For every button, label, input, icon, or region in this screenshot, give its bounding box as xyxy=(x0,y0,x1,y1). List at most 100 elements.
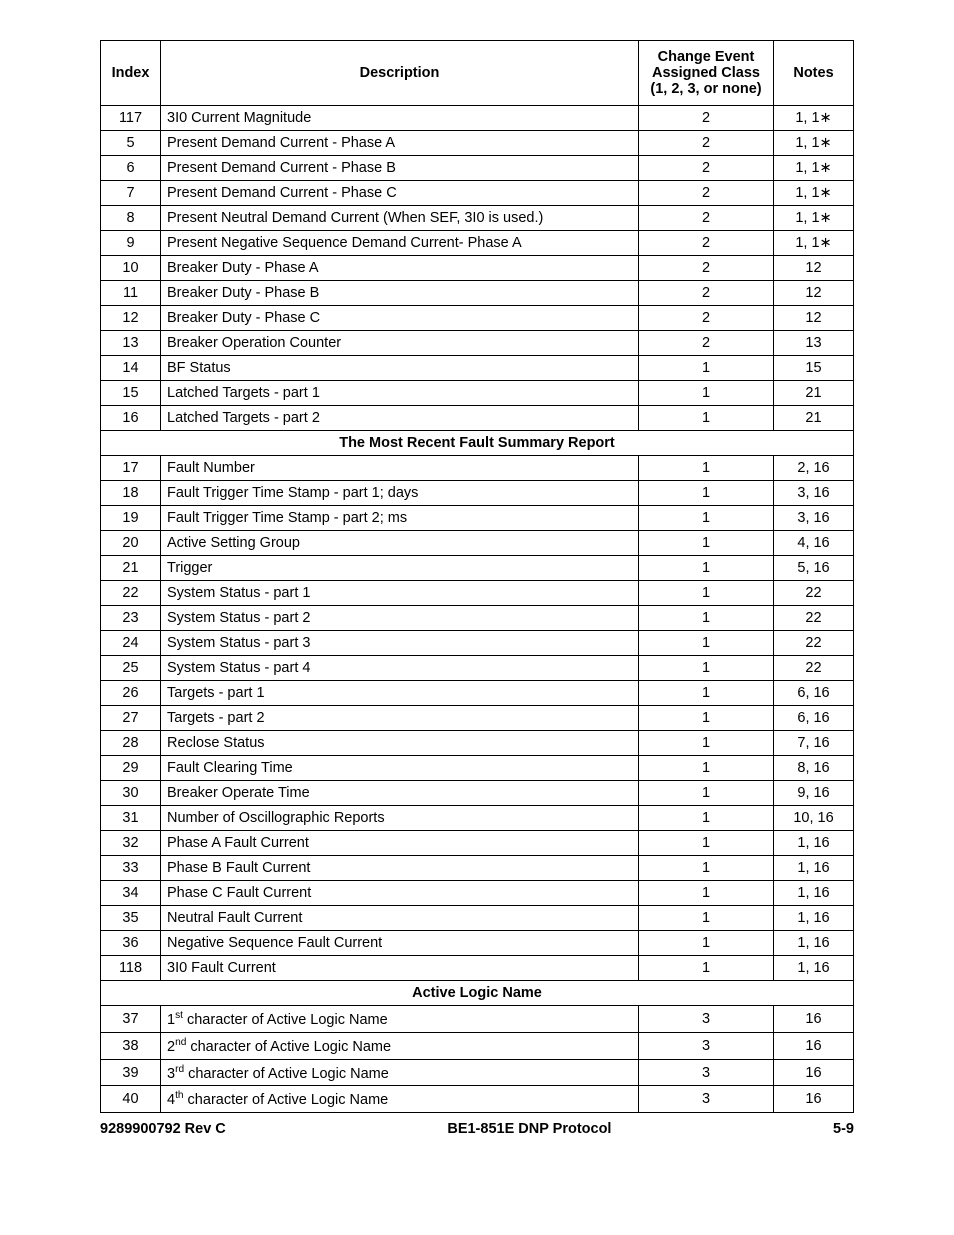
cell-class: 2 xyxy=(639,231,774,256)
cell-description: 3I0 Current Magnitude xyxy=(161,106,639,131)
cell-index: 16 xyxy=(101,406,161,431)
cell-index: 39 xyxy=(101,1059,161,1086)
cell-class: 2 xyxy=(639,131,774,156)
cell-index: 11 xyxy=(101,281,161,306)
cell-notes: 12 xyxy=(774,281,854,306)
table-row: 7Present Demand Current - Phase C21, 1∗ xyxy=(101,181,854,206)
cell-notes: 1, 16 xyxy=(774,831,854,856)
cell-notes: 1, 16 xyxy=(774,881,854,906)
table-row: 34Phase C Fault Current11, 16 xyxy=(101,881,854,906)
cell-class: 1 xyxy=(639,881,774,906)
cell-index: 21 xyxy=(101,556,161,581)
cell-notes: 1, 1∗ xyxy=(774,156,854,181)
section-header: The Most Recent Fault Summary Report xyxy=(101,431,854,456)
page-footer: 9289900792 Rev C BE1-851E DNP Protocol 5… xyxy=(100,1121,854,1137)
cell-class: 2 xyxy=(639,306,774,331)
cell-index: 15 xyxy=(101,381,161,406)
cell-notes: 1, 1∗ xyxy=(774,206,854,231)
cell-class: 1 xyxy=(639,606,774,631)
header-class: Change Event Assigned Class (1, 2, 3, or… xyxy=(639,41,774,106)
cell-class: 1 xyxy=(639,806,774,831)
cell-index: 6 xyxy=(101,156,161,181)
table-row: 23System Status - part 2122 xyxy=(101,606,854,631)
cell-notes: 3, 16 xyxy=(774,481,854,506)
cell-class: 3 xyxy=(639,1006,774,1033)
table-row: 9Present Negative Sequence Demand Curren… xyxy=(101,231,854,256)
cell-index: 7 xyxy=(101,181,161,206)
cell-description: Breaker Duty - Phase C xyxy=(161,306,639,331)
cell-description: Breaker Operation Counter xyxy=(161,331,639,356)
table-row: 35Neutral Fault Current11, 16 xyxy=(101,906,854,931)
cell-class: 1 xyxy=(639,931,774,956)
cell-notes: 5, 16 xyxy=(774,556,854,581)
cell-index: 26 xyxy=(101,681,161,706)
cell-class: 1 xyxy=(639,506,774,531)
cell-description: Phase C Fault Current xyxy=(161,881,639,906)
cell-notes: 16 xyxy=(774,1006,854,1033)
cell-class: 1 xyxy=(639,656,774,681)
cell-class: 1 xyxy=(639,831,774,856)
cell-index: 117 xyxy=(101,106,161,131)
cell-notes: 7, 16 xyxy=(774,731,854,756)
cell-notes: 12 xyxy=(774,306,854,331)
cell-index: 40 xyxy=(101,1086,161,1113)
cell-index: 36 xyxy=(101,931,161,956)
cell-index: 12 xyxy=(101,306,161,331)
table-row: 13Breaker Operation Counter213 xyxy=(101,331,854,356)
table-row: 382nd character of Active Logic Name316 xyxy=(101,1032,854,1059)
cell-notes: 13 xyxy=(774,331,854,356)
cell-notes: 9, 16 xyxy=(774,781,854,806)
cell-index: 31 xyxy=(101,806,161,831)
cell-notes: 1, 16 xyxy=(774,931,854,956)
cell-notes: 16 xyxy=(774,1032,854,1059)
cell-index: 32 xyxy=(101,831,161,856)
cell-notes: 22 xyxy=(774,606,854,631)
dnp-table: Index Description Change Event Assigned … xyxy=(100,40,854,1113)
cell-class: 1 xyxy=(639,481,774,506)
cell-description: Fault Trigger Time Stamp - part 1; days xyxy=(161,481,639,506)
cell-index: 34 xyxy=(101,881,161,906)
cell-notes: 8, 16 xyxy=(774,756,854,781)
cell-index: 28 xyxy=(101,731,161,756)
cell-description: Present Demand Current - Phase A xyxy=(161,131,639,156)
cell-index: 33 xyxy=(101,856,161,881)
cell-class: 1 xyxy=(639,706,774,731)
cell-index: 10 xyxy=(101,256,161,281)
cell-notes: 4, 16 xyxy=(774,531,854,556)
cell-index: 30 xyxy=(101,781,161,806)
cell-index: 22 xyxy=(101,581,161,606)
cell-class: 1 xyxy=(639,731,774,756)
table-row: 18Fault Trigger Time Stamp - part 1; day… xyxy=(101,481,854,506)
header-index: Index xyxy=(101,41,161,106)
cell-index: 14 xyxy=(101,356,161,381)
cell-notes: 21 xyxy=(774,406,854,431)
cell-index: 23 xyxy=(101,606,161,631)
cell-description: Fault Trigger Time Stamp - part 2; ms xyxy=(161,506,639,531)
cell-notes: 1, 1∗ xyxy=(774,106,854,131)
cell-notes: 15 xyxy=(774,356,854,381)
cell-description: Neutral Fault Current xyxy=(161,906,639,931)
cell-class: 1 xyxy=(639,456,774,481)
cell-description: 2nd character of Active Logic Name xyxy=(161,1032,639,1059)
table-row: 31Number of Oscillographic Reports110, 1… xyxy=(101,806,854,831)
cell-description: System Status - part 3 xyxy=(161,631,639,656)
table-header-row: Index Description Change Event Assigned … xyxy=(101,41,854,106)
table-row: 1173I0 Current Magnitude21, 1∗ xyxy=(101,106,854,131)
cell-class: 1 xyxy=(639,381,774,406)
table-row: 27Targets - part 216, 16 xyxy=(101,706,854,731)
section-title: Active Logic Name xyxy=(101,981,854,1006)
table-row: 1183I0 Fault Current11, 16 xyxy=(101,956,854,981)
cell-notes: 21 xyxy=(774,381,854,406)
table-row: 404th character of Active Logic Name316 xyxy=(101,1086,854,1113)
header-notes: Notes xyxy=(774,41,854,106)
table-row: 19Fault Trigger Time Stamp - part 2; ms1… xyxy=(101,506,854,531)
table-row: 25System Status - part 4122 xyxy=(101,656,854,681)
table-row: 29Fault Clearing Time18, 16 xyxy=(101,756,854,781)
cell-index: 18 xyxy=(101,481,161,506)
table-row: 371st character of Active Logic Name316 xyxy=(101,1006,854,1033)
cell-class: 2 xyxy=(639,106,774,131)
cell-class: 1 xyxy=(639,356,774,381)
cell-index: 27 xyxy=(101,706,161,731)
footer-title: BE1-851E DNP Protocol xyxy=(226,1121,833,1137)
cell-description: 3I0 Fault Current xyxy=(161,956,639,981)
